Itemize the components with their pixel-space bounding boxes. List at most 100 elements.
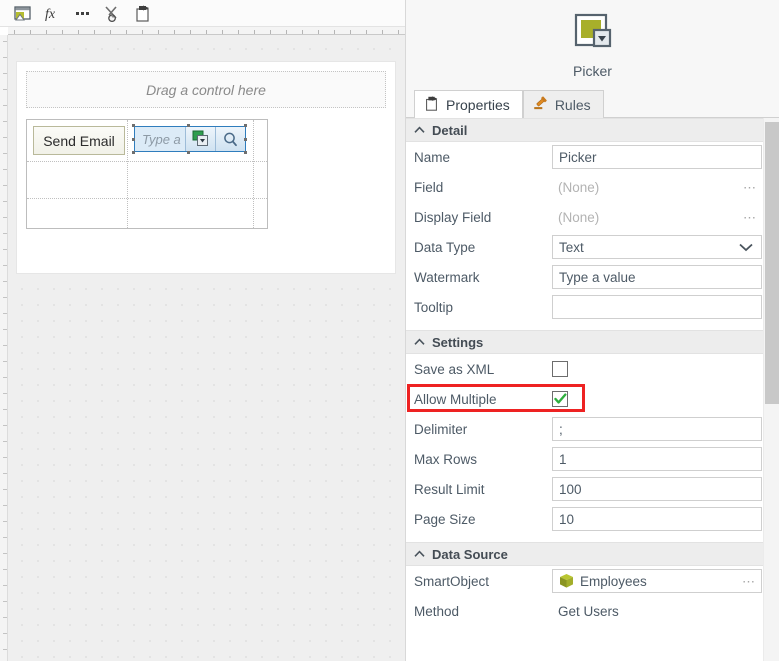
delimiter-input[interactable]: ; <box>552 417 762 441</box>
design-surface[interactable]: Drag a control here Send Email Type a <box>8 35 405 661</box>
smartobject-value: Employees <box>580 573 647 589</box>
svg-text:fx: fx <box>45 7 56 22</box>
properties-header: Picker <box>406 0 779 88</box>
form-canvas[interactable]: Drag a control here Send Email Type a <box>16 61 396 274</box>
save-as-xml-checkbox[interactable] <box>552 361 568 377</box>
prop-row-tooltip: Tooltip <box>406 292 779 322</box>
prop-label-field: Field <box>414 179 444 195</box>
name-input[interactable]: Picker <box>552 145 762 169</box>
tab-rules[interactable]: Rules <box>522 90 604 118</box>
ruler-tick <box>3 537 7 538</box>
ruler-tick <box>334 30 335 34</box>
open-view-icon[interactable] <box>8 1 36 25</box>
data-type-dropdown[interactable]: Text <box>552 235 762 259</box>
chevron-up-icon <box>414 338 425 345</box>
field-ellipsis-button[interactable]: ⋯ <box>743 181 757 194</box>
prop-label-data-type: Data Type <box>414 239 476 255</box>
selection-handle[interactable] <box>187 151 190 154</box>
smartobject-ellipsis-button[interactable]: ⋯ <box>742 575 756 588</box>
layout-table[interactable]: Send Email Type a <box>26 119 268 229</box>
prop-row-page-size: Page Size 10 <box>406 504 779 534</box>
prop-row-field: Field (None) ⋯ <box>406 172 779 202</box>
ruler-tick <box>3 377 7 378</box>
method-value-field[interactable]: Get Users <box>552 599 762 623</box>
ruler-tick <box>30 30 31 34</box>
chevron-up-icon <box>414 550 425 557</box>
display-field-ellipsis-button[interactable]: ⋯ <box>743 211 757 224</box>
allow-multiple-checkbox[interactable] <box>552 391 568 407</box>
table-column-divider <box>253 120 254 228</box>
paste-properties-icon[interactable] <box>128 1 156 25</box>
max-rows-input-value: 1 <box>559 451 567 467</box>
drop-zone-label: Drag a control here <box>146 81 266 98</box>
tab-properties-label: Properties <box>446 96 510 113</box>
ruler-tick <box>3 105 7 106</box>
prop-row-save-as-xml: Save as XML <box>406 354 779 384</box>
section-header-data-source[interactable]: Data Source <box>406 542 779 566</box>
page-size-input[interactable]: 10 <box>552 507 762 531</box>
result-limit-input[interactable]: 100 <box>552 477 762 501</box>
smartobject-input[interactable]: Employees ⋯ <box>552 569 762 593</box>
picker-control-icon <box>572 12 614 57</box>
drop-zone[interactable]: Drag a control here <box>26 71 386 108</box>
selection-handle[interactable] <box>132 151 135 154</box>
prop-row-delimiter: Delimiter ; <box>406 414 779 444</box>
ruler-tick <box>398 30 399 34</box>
data-type-value: Text <box>559 239 584 255</box>
ruler-tick <box>286 30 287 34</box>
section-header-settings[interactable]: Settings <box>406 330 779 354</box>
ruler-tick <box>3 569 7 570</box>
properties-body: Detail Name Picker Field (None) ⋯ Displa… <box>406 118 779 661</box>
tab-rules-label: Rules <box>554 96 591 113</box>
watermark-input[interactable]: Type a value <box>552 265 762 289</box>
prop-label-save-as-xml: Save as XML <box>414 361 495 377</box>
send-email-button[interactable]: Send Email <box>33 126 125 155</box>
ruler-tick <box>3 329 7 330</box>
selection-handle[interactable] <box>244 151 247 154</box>
view-designer-pane: fx Drag a control here Send Email Type a <box>0 0 405 661</box>
field-input[interactable]: (None) ⋯ <box>552 175 762 199</box>
cut-transfer-icon[interactable] <box>98 1 126 25</box>
magnifier-icon[interactable] <box>215 127 245 151</box>
tab-properties[interactable]: Properties <box>414 90 523 118</box>
ruler-tick <box>3 457 7 458</box>
selection-handle[interactable] <box>132 124 135 127</box>
function-fx-icon[interactable]: fx <box>38 1 66 25</box>
prop-row-name: Name Picker <box>406 142 779 172</box>
name-input-value: Picker <box>559 149 597 165</box>
prop-row-allow-multiple: Allow Multiple <box>406 384 779 414</box>
picker-control[interactable]: Type a <box>134 126 246 152</box>
ruler-tick <box>3 553 7 554</box>
prop-row-smartobject: SmartObject Employees ⋯ <box>406 566 779 596</box>
selection-handle[interactable] <box>244 124 247 127</box>
vertical-ruler <box>0 35 8 661</box>
ruler-tick <box>158 30 159 34</box>
properties-tabs: Properties Rules <box>406 88 779 118</box>
picker-dropdown-icon[interactable] <box>185 127 215 151</box>
chevron-down-icon[interactable] <box>739 240 753 255</box>
ruler-tick <box>3 201 7 202</box>
gavel-icon <box>532 95 549 115</box>
delimiter-input-value: ; <box>559 421 563 437</box>
selection-handle[interactable] <box>187 124 190 127</box>
max-rows-input[interactable]: 1 <box>552 447 762 471</box>
selection-handle[interactable] <box>132 138 135 141</box>
section-title-data-source: Data Source <box>432 546 508 562</box>
ellipsis-icon[interactable] <box>68 1 96 25</box>
ruler-tick <box>3 153 7 154</box>
selection-handle[interactable] <box>244 138 247 141</box>
ruler-tick <box>3 601 7 602</box>
ruler-tick <box>78 30 79 34</box>
tooltip-input[interactable] <box>552 295 762 319</box>
ruler-tick <box>62 30 63 34</box>
smartobject-cube-icon <box>559 573 574 589</box>
properties-scrollbar[interactable] <box>763 118 779 661</box>
prop-label-allow-multiple: Allow Multiple <box>414 391 497 407</box>
ruler-tick <box>3 393 7 394</box>
section-header-detail[interactable]: Detail <box>406 118 779 142</box>
properties-scrollbar-thumb[interactable] <box>765 122 779 404</box>
ruler-tick <box>3 521 7 522</box>
display-field-input[interactable]: (None) ⋯ <box>552 205 762 229</box>
designer-toolbar: fx <box>0 0 405 27</box>
table-column-divider <box>127 120 128 228</box>
